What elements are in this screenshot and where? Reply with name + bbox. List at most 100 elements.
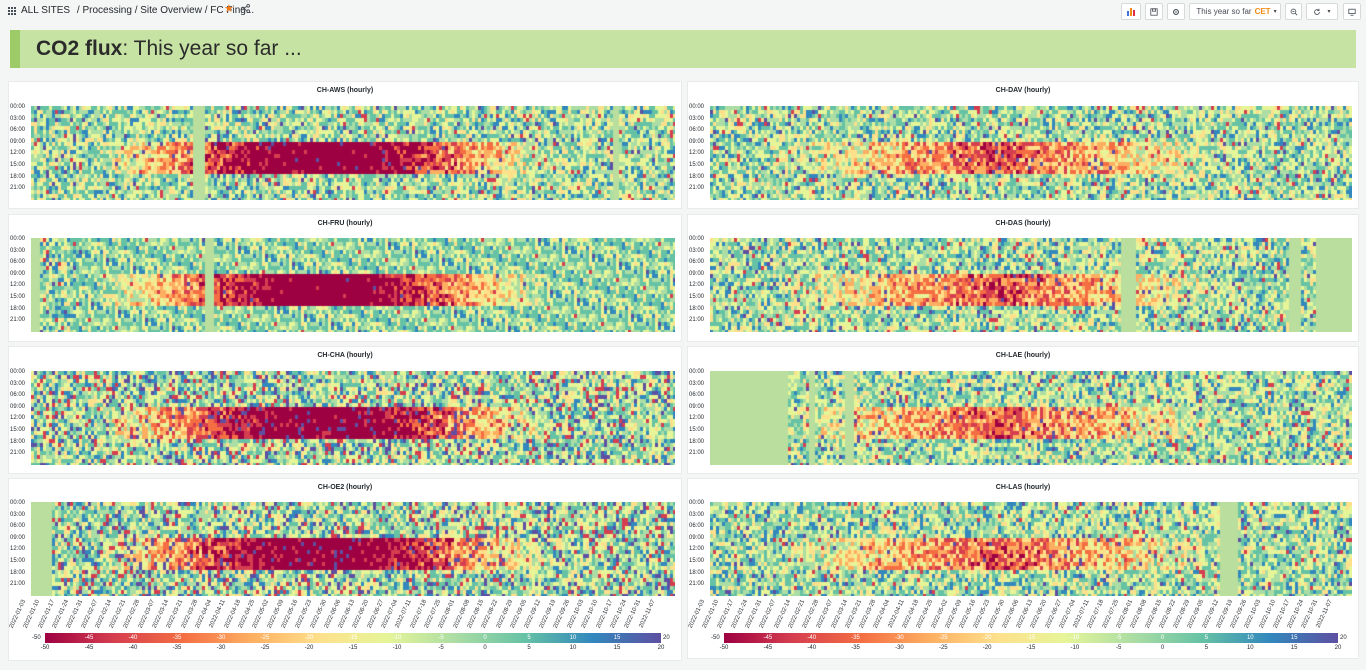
heatmap-panel[interactable]: CH-DAV (hourly) 00:00 03:00 06:00 09:00 12:00… [687, 81, 1359, 209]
y-tick-label: 12:00 [10, 546, 26, 553]
heatmap-panel[interactable]: CH-DAS (hourly) 00:00 03:00 06:00 09:00 12:00… [687, 214, 1359, 342]
star-icon[interactable]: ★ [224, 4, 234, 15]
colorbar-inner-label: -45 [84, 635, 94, 641]
y-tick-label: 00:00 [10, 369, 26, 375]
colorbar-tick-label: -45 [84, 645, 94, 651]
y-tick-label: 18:00 [10, 305, 26, 312]
save-dashboard-button[interactable] [1145, 3, 1163, 20]
heatmap-panel[interactable]: CH-FRU (hourly) 00:00 03:00 06:00 09:00 12:00… [8, 214, 682, 342]
colorbar-min-label: -50 [32, 635, 41, 641]
colorbar-inner-label: 5 [527, 635, 531, 641]
refresh-icon [1314, 8, 1321, 15]
heatmap-cells[interactable] [710, 371, 1352, 465]
y-tick-label: 06:00 [689, 127, 705, 134]
heatmap-cells[interactable] [710, 502, 1352, 596]
add-panel-button[interactable] [1121, 3, 1141, 20]
y-tick-label: 00:00 [689, 236, 705, 242]
panel-title: CH-DAS (hourly) [995, 220, 1051, 227]
heatmap-cells[interactable] [31, 371, 675, 465]
y-tick-label: 00:00 [689, 369, 705, 375]
panel-title: CH-LAS (hourly) [995, 484, 1051, 491]
share-icon[interactable] [241, 4, 250, 17]
time-range-picker[interactable]: This year so far CET ▾ [1189, 3, 1281, 20]
y-tick-label: 03:00 [10, 380, 26, 387]
timezone-label: CET [1254, 7, 1271, 16]
colorbar-inner-label: 0 [1160, 635, 1165, 641]
colorbar-tick-label: -20 [982, 645, 992, 651]
colorbar-tick-label: 20 [1334, 645, 1342, 651]
colorbar-inner-label: 0 [483, 635, 487, 641]
colorbar-tick-label: 10 [569, 645, 577, 651]
heatmap-panel[interactable]: CH-LAE (hourly) 00:00 03:00 06:00 09:00 12:00… [687, 346, 1359, 474]
heatmap-cells[interactable] [31, 502, 675, 596]
y-tick-label: 09:00 [689, 270, 705, 277]
heatmap-cells[interactable] [710, 238, 1352, 332]
colorbar-inner-label: -5 [1116, 635, 1122, 641]
colorbar-inner-label: 15 [1290, 635, 1298, 641]
y-tick-label: 21:00 [10, 317, 26, 324]
y-tick-label: 15:00 [10, 162, 26, 168]
y-tick-label: 18:00 [689, 173, 705, 180]
y-tick-label: 06:00 [689, 523, 705, 530]
colorbar-tick-label: -10 [1070, 645, 1080, 651]
dashboards-grid-icon[interactable] [8, 7, 17, 16]
y-tick-label: 18:00 [10, 438, 26, 445]
colorbar-inner-label: -25 [260, 635, 270, 641]
colorbar-tick-label: -40 [128, 645, 138, 651]
banner-title-rest: : This year so far ... [122, 37, 302, 60]
colorbar-tick-label: -10 [392, 645, 402, 651]
colorbar-tick-label: 5 [1204, 645, 1209, 651]
y-tick-label: 12:00 [689, 415, 705, 422]
tv-mode-button[interactable] [1343, 3, 1361, 20]
heatmap-panel[interactable]: CH-AWS (hourly) 00:00 03:00 06:00 09:00 12:00… [8, 81, 682, 209]
colorbar-tick-label: 5 [527, 645, 531, 651]
y-tick-label: 09:00 [10, 138, 26, 145]
y-tick-label: 00:00 [10, 236, 26, 242]
breadcrumb-home[interactable]: ALL SITES [21, 5, 70, 16]
y-tick-label: 15:00 [689, 558, 705, 564]
y-tick-label: 00:00 [10, 104, 26, 110]
colorbar-inner-label: -25 [938, 635, 948, 641]
panel-title: CH-OE2 (hourly) [317, 484, 373, 491]
colorbar-tick-label: -45 [763, 645, 773, 651]
y-tick-label: 09:00 [10, 534, 26, 541]
top-navbar: ALL SITES / Processing / Site Overview /… [0, 0, 1366, 24]
y-tick-label: 09:00 [10, 403, 26, 410]
panel-title: CH-LAE (hourly) [995, 352, 1051, 359]
banner-title-bold: CO2 flux [36, 37, 123, 60]
colorbar-tick-label: 20 [657, 645, 665, 651]
colorbar-inner-label: -20 [304, 635, 314, 641]
y-tick-label: 12:00 [689, 546, 705, 553]
colorbar-inner-label: -35 [172, 635, 182, 641]
y-tick-label: 18:00 [10, 569, 26, 576]
y-tick-label: 09:00 [689, 403, 705, 410]
y-tick-label: 18:00 [689, 569, 705, 576]
heatmap-panel[interactable]: CH-LAS (hourly) 00:00 03:00 06:00 09:00 12:00… [687, 478, 1359, 659]
colorbar-inner-label: -30 [216, 635, 226, 641]
y-tick-label: 09:00 [10, 270, 26, 277]
panel-title: CH-FRU (hourly) [317, 220, 373, 227]
heatmap-cells[interactable] [710, 106, 1352, 200]
y-tick-label: 15:00 [10, 427, 26, 433]
heatmap-cells[interactable] [31, 238, 675, 332]
colorbar-inner-label: -40 [807, 635, 817, 641]
refresh-button[interactable]: ▾ [1306, 3, 1338, 20]
y-tick-label: 21:00 [689, 450, 705, 457]
y-tick-label: 00:00 [689, 500, 705, 506]
y-tick-label: 03:00 [689, 247, 705, 254]
colorbar-inner-label: -5 [438, 635, 444, 641]
colorbar-inner-label: -15 [1026, 635, 1036, 641]
time-range-label: This year so far [1196, 7, 1252, 16]
heatmap-panel[interactable]: CH-OE2 (hourly) 00:00 03:00 06:00 09:00 12:00… [8, 478, 682, 661]
y-tick-label: 09:00 [689, 138, 705, 145]
colorbar-tick-label: -15 [1026, 645, 1036, 651]
colorbar-tick-label: 15 [1290, 645, 1298, 651]
colorbar-tick-label: -5 [438, 645, 444, 651]
heatmap-panel[interactable]: CH-CHA (hourly) 00:00 03:00 06:00 09:00 12:00… [8, 346, 682, 474]
y-tick-label: 06:00 [10, 523, 26, 530]
colorbar-inner-label: -35 [851, 635, 860, 641]
heatmap-cells[interactable] [31, 106, 675, 200]
y-tick-label: 18:00 [10, 173, 26, 180]
settings-button[interactable] [1167, 3, 1185, 20]
zoom-out-button[interactable] [1285, 3, 1302, 20]
